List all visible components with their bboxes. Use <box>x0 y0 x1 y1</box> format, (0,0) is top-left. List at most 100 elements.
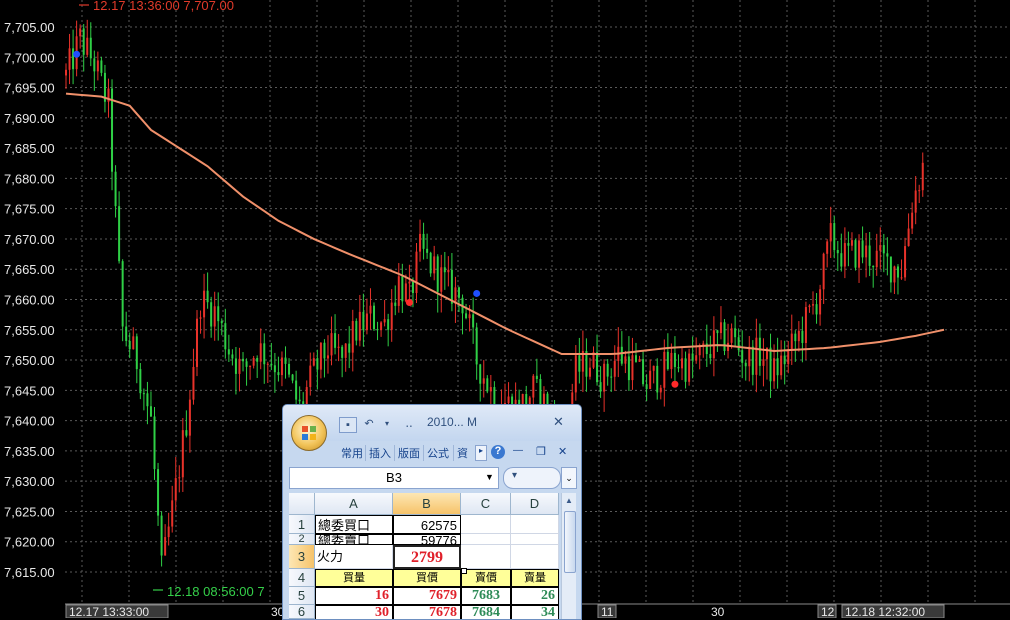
signal-dots <box>73 50 679 388</box>
candle-body <box>401 276 404 302</box>
expand-formula-bar-button[interactable]: ⌄ <box>561 467 577 489</box>
candle-body <box>394 302 397 306</box>
column-header-d[interactable]: D <box>511 493 559 515</box>
cell-b1[interactable]: 62575 <box>393 515 461 534</box>
row-header-6[interactable]: 6 <box>289 605 315 619</box>
candle-body <box>486 378 489 392</box>
candle-body <box>309 365 312 388</box>
row-header-4[interactable]: 4 <box>289 569 315 587</box>
candle-body <box>380 322 383 330</box>
name-box[interactable]: B3 <box>289 467 499 489</box>
candle-body <box>195 318 198 367</box>
candle-body <box>185 430 188 436</box>
column-header-a[interactable]: A <box>315 493 393 515</box>
cell-d5[interactable]: 26 <box>511 587 559 605</box>
candle-body <box>808 305 811 308</box>
qat-more-icon[interactable]: ‥ <box>401 417 417 431</box>
cell-c2[interactable] <box>461 534 511 545</box>
column-header-b[interactable]: B <box>393 493 461 515</box>
signal-dot <box>671 380 679 388</box>
candle-body <box>465 313 468 319</box>
candle-body <box>737 337 740 351</box>
candle-body <box>312 358 315 366</box>
tab-formulas[interactable]: 公式 <box>427 445 449 461</box>
candle-body <box>153 416 156 470</box>
candle-body <box>373 305 376 330</box>
cell-d1[interactable] <box>511 515 559 534</box>
x-tick-label: 12 <box>821 605 835 618</box>
candle-body <box>192 366 195 400</box>
tab-insert[interactable]: 插入 <box>369 445 391 461</box>
cell-b5[interactable]: 7679 <box>393 587 461 605</box>
ribbon-minimize-button[interactable]: — <box>513 445 523 456</box>
cell-a4[interactable]: 買量 <box>315 569 393 587</box>
x-tick-label: 12.18 12:32:00 <box>845 605 925 618</box>
candle-body <box>443 267 446 273</box>
cell-a3[interactable]: 火力 <box>315 545 393 569</box>
ribbon-close-button[interactable]: ✕ <box>558 445 567 458</box>
vertical-scrollbar[interactable]: ▲ <box>561 493 576 619</box>
candle-body <box>348 343 351 353</box>
ribbon-scroll-right-icon[interactable]: ▸ <box>475 445 487 461</box>
candle-body <box>411 281 414 293</box>
row-header-3[interactable]: 3 <box>289 545 315 569</box>
cell-a1[interactable]: 總委買口 <box>315 515 393 534</box>
candle-body <box>840 253 843 267</box>
row-header-2[interactable]: 2 <box>289 534 315 545</box>
cell-b3[interactable]: 2799 <box>393 545 461 569</box>
candle-body <box>433 256 436 274</box>
office-button[interactable] <box>291 415 327 451</box>
candle-body <box>730 328 733 343</box>
tab-page-layout[interactable]: 版面 <box>398 445 420 461</box>
column-header-c[interactable]: C <box>461 493 511 515</box>
worksheet-grid[interactable]: A B C D 1 2 3 4 5 6 總委買口 62575 總委賣口 5977… <box>289 493 559 619</box>
select-all-corner[interactable] <box>289 493 315 515</box>
y-axis: 7,705.00 7,700.00 7,695.00 7,690.00 7,685.00… <box>4 20 55 580</box>
candle-body <box>206 290 209 303</box>
name-box-dropdown-icon[interactable]: ▼ <box>485 467 494 487</box>
office-logo-icon <box>302 426 316 440</box>
candle-body <box>404 283 407 302</box>
cell-d3[interactable] <box>511 545 559 569</box>
row-header-5[interactable]: 5 <box>289 587 315 605</box>
cell-d4[interactable]: 賣量 <box>511 569 559 587</box>
undo-dropdown-icon[interactable]: ▾ <box>379 417 395 431</box>
ribbon-restore-button[interactable]: ❐ <box>536 445 546 458</box>
excel-title-bar[interactable]: ▪ ↶ ▾ ‥ 2010... M ✕ <box>283 405 581 441</box>
cell-c1[interactable] <box>461 515 511 534</box>
candle-body <box>199 317 202 319</box>
tab-home[interactable]: 常用 <box>341 445 363 461</box>
y-tick-label: 7,670.00 <box>4 232 55 247</box>
row-header-1[interactable]: 1 <box>289 515 315 534</box>
close-button[interactable]: ✕ <box>553 414 564 430</box>
candle-body <box>688 353 691 382</box>
y-tick-label: 7,680.00 <box>4 171 55 186</box>
candle-body <box>323 342 326 359</box>
candle-body <box>695 355 698 361</box>
cell-d2[interactable] <box>511 534 559 545</box>
candle-body <box>266 363 269 365</box>
cell-a5[interactable]: 16 <box>315 587 393 605</box>
cell-c3[interactable] <box>461 545 511 569</box>
cell-c4[interactable]: 賣價 <box>461 569 511 587</box>
function-selector[interactable]: ▾ <box>503 467 561 489</box>
signal-dot <box>73 50 81 58</box>
cell-b2[interactable]: 59776 <box>393 534 461 545</box>
help-icon[interactable]: ? <box>491 445 505 459</box>
candle-body <box>475 327 478 365</box>
candle-body <box>355 320 358 341</box>
candle-body <box>472 314 475 328</box>
save-icon[interactable]: ▪ <box>339 417 357 433</box>
candle-body <box>858 240 861 268</box>
candle-body <box>642 359 645 385</box>
fill-handle[interactable] <box>461 568 467 574</box>
cell-c5[interactable]: 7683 <box>461 587 511 605</box>
scroll-thumb[interactable] <box>564 511 576 573</box>
scroll-up-icon[interactable]: ▲ <box>563 494 575 508</box>
candle-body <box>376 329 379 331</box>
cell-a2[interactable]: 總委賣口 <box>315 534 393 545</box>
tab-data[interactable]: 資 <box>457 445 468 461</box>
cell-b4[interactable]: 買價 <box>393 569 461 587</box>
excel-window[interactable]: ▪ ↶ ▾ ‥ 2010... M ✕ 常用 插入 版面 公式 資 ▸ ? — … <box>282 404 582 620</box>
undo-icon[interactable]: ↶ <box>361 417 377 431</box>
